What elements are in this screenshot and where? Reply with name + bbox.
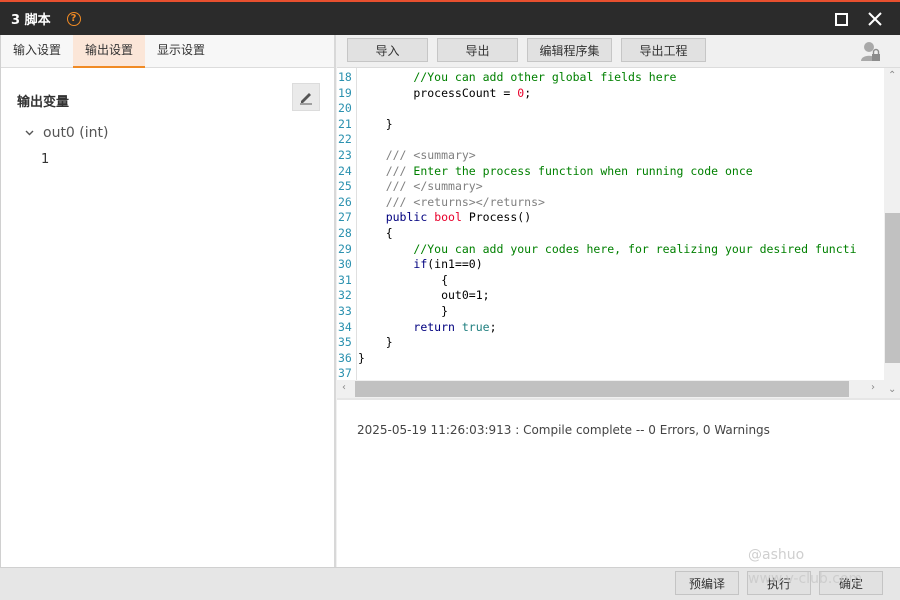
line-number: 27 bbox=[338, 210, 352, 225]
pencil-icon bbox=[300, 93, 312, 105]
line-number: 32 bbox=[338, 288, 352, 303]
settings-tabs: 输入设置 输出设置 显示设置 bbox=[1, 35, 334, 68]
line-number: 23 bbox=[338, 148, 352, 162]
maximize-button[interactable] bbox=[832, 10, 850, 28]
export-project-button[interactable]: 导出工程 bbox=[621, 38, 706, 62]
code-text: } bbox=[358, 116, 393, 131]
code-line[interactable]: 34 return true; bbox=[337, 320, 882, 336]
editor-toolbar: 导入 导出 编辑程序集 导出工程 bbox=[337, 35, 900, 68]
code-text: //You can add your codes here, for reali… bbox=[358, 241, 857, 256]
code-line[interactable]: 19 processCount = 0; bbox=[337, 86, 882, 102]
code-text: /// Enter the process function when runn… bbox=[385, 163, 753, 178]
tab-output-settings[interactable]: 输出设置 bbox=[73, 35, 146, 68]
line-number: 20 bbox=[338, 101, 352, 116]
code-line[interactable]: 30 if(in1==0) bbox=[337, 257, 882, 273]
line-number: 34 bbox=[338, 319, 352, 334]
code-text: } bbox=[358, 335, 393, 350]
code-line[interactable]: 31 { bbox=[337, 273, 882, 289]
code-line[interactable]: 22 bbox=[337, 132, 882, 148]
output-variables-title: 输出变量 bbox=[17, 95, 70, 110]
code-text: /// <returns></returns> bbox=[385, 194, 545, 209]
code-line[interactable]: 24 /// Enter the process function when r… bbox=[337, 164, 882, 180]
code-text: out0=1; bbox=[358, 288, 490, 303]
line-number: 30 bbox=[338, 257, 352, 272]
script-panel: 导入 导出 编辑程序集 导出工程 18 //You can add other … bbox=[337, 35, 900, 567]
line-number: 31 bbox=[338, 272, 352, 287]
code-line[interactable]: 18 //You can add other global fields her… bbox=[337, 70, 882, 86]
code-line[interactable]: 25 /// </summary> bbox=[337, 179, 882, 195]
code-text: } bbox=[358, 304, 449, 318]
line-number: 33 bbox=[338, 304, 352, 318]
code-line[interactable]: 27 public bool Process() bbox=[337, 210, 882, 226]
watermark-site: www.v-club.com bbox=[748, 571, 863, 587]
code-line[interactable]: 23 /// <summary> bbox=[337, 148, 882, 164]
horizontal-scrollbar[interactable]: ‹ › bbox=[337, 380, 884, 398]
code-text: //You can add other global fields here bbox=[358, 70, 677, 84]
code-text: /// </summary> bbox=[385, 179, 483, 194]
code-text: if(in1==0) bbox=[413, 257, 483, 272]
window-title: 3 脚本 bbox=[11, 13, 51, 28]
line-number: 35 bbox=[338, 335, 352, 350]
user-lock-icon[interactable] bbox=[861, 41, 881, 67]
edit-variables-button[interactable] bbox=[292, 83, 320, 111]
code-line[interactable]: 26 /// <returns></returns> bbox=[337, 195, 882, 211]
close-button[interactable] bbox=[866, 10, 884, 28]
code-text: { bbox=[358, 226, 393, 240]
code-text: return true; bbox=[413, 319, 497, 334]
chevron-down-icon[interactable] bbox=[25, 130, 35, 136]
code-line[interactable]: 32 out0=1; bbox=[337, 288, 882, 304]
tab-input-settings[interactable]: 输入设置 bbox=[1, 35, 73, 68]
line-number: 28 bbox=[338, 226, 352, 240]
code-line[interactable]: 33 } bbox=[337, 304, 882, 320]
tree-node-out0[interactable]: out0 (int) bbox=[25, 125, 108, 141]
tree-node-value: 1 bbox=[41, 152, 50, 167]
tree-node-label: out0 (int) bbox=[43, 125, 109, 141]
line-number: 24 bbox=[338, 163, 352, 178]
vertical-scrollbar[interactable]: ⌃ ⌄ bbox=[884, 68, 900, 398]
scroll-right-icon[interactable]: › bbox=[871, 382, 875, 393]
code-text: processCount = 0; bbox=[358, 85, 532, 100]
line-number: 25 bbox=[338, 179, 352, 194]
code-text: public bool Process() bbox=[385, 210, 532, 225]
tab-display-settings[interactable]: 显示设置 bbox=[145, 35, 217, 68]
vertical-scroll-thumb[interactable] bbox=[885, 213, 900, 363]
edit-assembly-button[interactable]: 编辑程序集 bbox=[527, 38, 612, 62]
line-number: 29 bbox=[338, 241, 352, 256]
line-number: 26 bbox=[338, 194, 352, 209]
horizontal-scroll-thumb[interactable] bbox=[355, 381, 849, 397]
code-line[interactable]: 29 //You can add your codes here, for re… bbox=[337, 242, 882, 258]
code-line[interactable]: 20 bbox=[337, 101, 882, 117]
import-button[interactable]: 导入 bbox=[347, 38, 428, 62]
maximize-icon bbox=[834, 12, 848, 26]
settings-panel: 输入设置 输出设置 显示设置 输出变量 out0 (int) 1 bbox=[0, 35, 336, 567]
scroll-up-icon[interactable]: ⌃ bbox=[888, 70, 896, 81]
code-editor[interactable]: 18 //You can add other global fields her… bbox=[337, 68, 900, 400]
title-bar: 3 脚本 ? bbox=[0, 0, 900, 35]
scroll-left-icon[interactable]: ‹ bbox=[342, 382, 346, 393]
line-number: 21 bbox=[338, 116, 352, 131]
watermark-handle: @ashuo bbox=[748, 547, 805, 563]
compile-output: 2025-05-19 11:26:03:913 : Compile comple… bbox=[337, 402, 900, 562]
line-number: 18 bbox=[338, 70, 352, 84]
code-text: } bbox=[358, 350, 365, 365]
code-line[interactable]: 35 } bbox=[337, 335, 882, 351]
code-text: { bbox=[358, 272, 449, 287]
code-line[interactable]: 28 { bbox=[337, 226, 882, 242]
line-number: 36 bbox=[338, 350, 352, 365]
line-number: 19 bbox=[338, 85, 352, 100]
line-number: 22 bbox=[338, 132, 352, 147]
precompile-button[interactable]: 预编译 bbox=[675, 571, 739, 595]
code-line[interactable]: 21 } bbox=[337, 117, 882, 133]
help-icon[interactable]: ? bbox=[66, 11, 81, 26]
export-button[interactable]: 导出 bbox=[437, 38, 518, 62]
compile-message: 2025-05-19 11:26:03:913 : Compile comple… bbox=[357, 423, 770, 437]
code-text: /// <summary> bbox=[385, 148, 476, 162]
code-line[interactable]: 36} bbox=[337, 351, 882, 367]
close-icon bbox=[868, 12, 882, 26]
scroll-down-icon[interactable]: ⌄ bbox=[888, 384, 896, 395]
